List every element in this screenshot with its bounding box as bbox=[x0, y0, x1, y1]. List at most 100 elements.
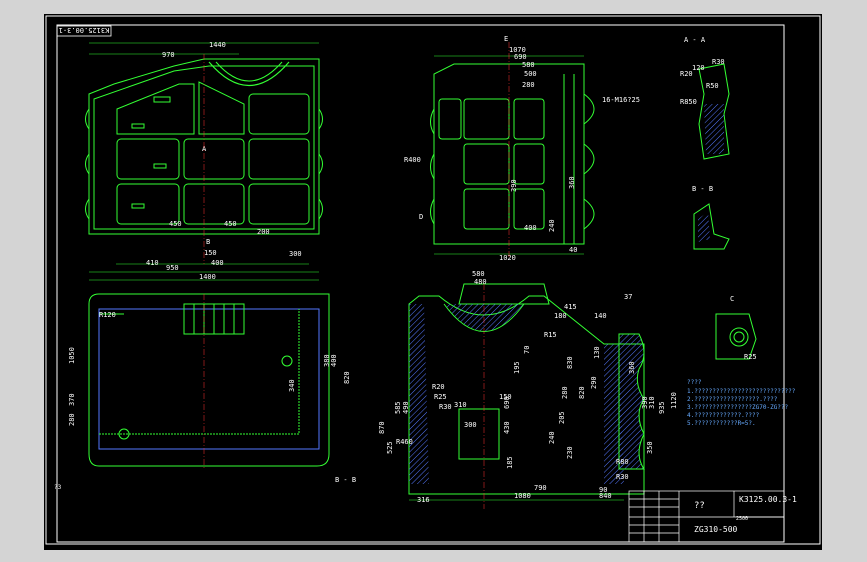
svg-text:490: 490 bbox=[402, 401, 410, 414]
svg-text:B - B: B - B bbox=[335, 476, 356, 484]
svg-text:1400: 1400 bbox=[199, 273, 216, 281]
svg-text:390: 390 bbox=[510, 179, 518, 192]
svg-text:A - A: A - A bbox=[684, 36, 706, 44]
svg-text:690: 690 bbox=[503, 396, 511, 409]
svg-text:16-M16?25: 16-M16?25 bbox=[602, 96, 640, 104]
svg-text:290: 290 bbox=[590, 376, 598, 389]
svg-text:316: 316 bbox=[417, 496, 430, 504]
svg-text:70: 70 bbox=[523, 346, 531, 354]
svg-text:1.????????????????????????????: 1.???????????????????????????? bbox=[687, 388, 796, 395]
svg-text:C: C bbox=[730, 295, 734, 303]
svg-text:????: ???? bbox=[687, 379, 702, 386]
svg-text:K3125.00.3-1: K3125.00.3-1 bbox=[739, 495, 797, 504]
svg-text:ZG310-500: ZG310-500 bbox=[694, 525, 738, 534]
svg-text:R25: R25 bbox=[434, 393, 447, 401]
cad-viewport[interactable]: K3125.00.3-1 1440 970 450 450 200 410 15… bbox=[44, 14, 822, 550]
svg-text:430: 430 bbox=[503, 421, 511, 434]
svg-text:360: 360 bbox=[628, 361, 636, 374]
view-c: C R25 bbox=[715, 295, 757, 361]
svg-text:1020: 1020 bbox=[499, 254, 516, 262]
svg-text:40: 40 bbox=[569, 246, 577, 254]
svg-text:390: 390 bbox=[641, 396, 649, 409]
svg-text:K3125.00.3-1: K3125.00.3-1 bbox=[59, 26, 110, 34]
svg-text:585: 585 bbox=[394, 401, 402, 414]
svg-text:5.????????????R=5?.: 5.????????????R=5?. bbox=[687, 420, 756, 427]
svg-text:400: 400 bbox=[330, 354, 338, 367]
svg-text:970: 970 bbox=[162, 51, 175, 59]
svg-text:280: 280 bbox=[561, 386, 569, 399]
svg-text:300: 300 bbox=[464, 421, 477, 429]
svg-text:150: 150 bbox=[204, 249, 217, 257]
svg-text:1120: 1120 bbox=[670, 392, 678, 409]
svg-text:1080: 1080 bbox=[514, 492, 531, 500]
svg-text:690: 690 bbox=[514, 53, 527, 61]
svg-text:130: 130 bbox=[593, 346, 601, 359]
svg-text:200: 200 bbox=[257, 228, 270, 236]
svg-text:205: 205 bbox=[558, 411, 566, 424]
svg-text:E: E bbox=[504, 35, 508, 43]
svg-text:R30: R30 bbox=[439, 403, 452, 411]
plan-view-dims: 1050 370 280 380 400 820 340 R120 B - B bbox=[68, 294, 356, 484]
svg-text:370: 370 bbox=[68, 393, 76, 406]
section-b-b: B - B bbox=[692, 185, 730, 250]
svg-text:340: 340 bbox=[288, 379, 296, 392]
svg-text:525: 525 bbox=[386, 441, 394, 454]
svg-text:790: 790 bbox=[534, 484, 547, 492]
svg-text:360: 360 bbox=[568, 176, 576, 189]
svg-text:A: A bbox=[202, 145, 207, 153]
section-a-a: A - A 120 R30 R20 R50 R850 bbox=[680, 36, 730, 160]
svg-text:240: 240 bbox=[548, 431, 556, 444]
svg-text:140: 140 bbox=[594, 312, 607, 320]
svg-text:400: 400 bbox=[211, 259, 224, 267]
svg-text:300: 300 bbox=[289, 250, 302, 258]
svg-text:820: 820 bbox=[578, 386, 586, 399]
svg-text:185: 185 bbox=[506, 456, 514, 469]
svg-text:450: 450 bbox=[169, 220, 182, 228]
svg-text:400: 400 bbox=[524, 224, 537, 232]
svg-text:3.????????????????ZG70-ZG???: 3.????????????????ZG70-ZG??? bbox=[687, 404, 789, 411]
svg-text:4.?????????????.????: 4.?????????????.???? bbox=[687, 412, 760, 419]
svg-text:R25: R25 bbox=[744, 353, 757, 361]
engineering-drawing: K3125.00.3-1 1440 970 450 450 200 410 15… bbox=[45, 15, 821, 545]
svg-text:120: 120 bbox=[692, 64, 705, 72]
svg-text:R400: R400 bbox=[404, 156, 421, 164]
svg-text:480: 480 bbox=[474, 278, 487, 286]
svg-text:??: ?? bbox=[694, 501, 705, 511]
svg-text:R20: R20 bbox=[680, 70, 693, 78]
svg-text:D: D bbox=[419, 213, 423, 221]
side-view bbox=[430, 63, 595, 245]
front-view-dims: 1440 970 450 450 200 410 150 400 300 950… bbox=[89, 41, 319, 281]
svg-text:37: 37 bbox=[624, 293, 632, 301]
svg-text:580: 580 bbox=[522, 61, 535, 69]
svg-text:195: 195 bbox=[513, 361, 521, 374]
svg-text:R15: R15 bbox=[544, 331, 557, 339]
svg-text:2500: 2500 bbox=[736, 516, 748, 522]
svg-text:B: B bbox=[206, 238, 210, 246]
svg-text:R80: R80 bbox=[616, 458, 629, 466]
svg-text:830: 830 bbox=[566, 356, 574, 369]
svg-text:450: 450 bbox=[224, 220, 237, 228]
svg-text:280: 280 bbox=[522, 81, 535, 89]
svg-text:1440: 1440 bbox=[209, 41, 226, 49]
technical-notes: ???? 1.???????????????????????????? 2.??… bbox=[687, 379, 796, 427]
svg-text:415: 415 bbox=[564, 303, 577, 311]
svg-text:R120: R120 bbox=[99, 311, 116, 319]
svg-text:500: 500 bbox=[524, 70, 537, 78]
side-view-dims: 1070 690 580 500 280 16-M16?25 R400 390 … bbox=[404, 35, 640, 262]
title-block-text: ?? K3125.00.3-1 ZG310-500 2500 ?3 bbox=[54, 484, 797, 534]
svg-text:2.??????????????????.????: 2.??????????????????.???? bbox=[687, 396, 778, 403]
svg-text:820: 820 bbox=[343, 371, 351, 384]
svg-text:280: 280 bbox=[68, 413, 76, 426]
svg-text:R50: R50 bbox=[706, 82, 719, 90]
rotated-code-box: K3125.00.3-1 bbox=[56, 25, 112, 37]
svg-text:R30: R30 bbox=[616, 473, 629, 481]
svg-text:935: 935 bbox=[658, 401, 666, 414]
svg-text:310: 310 bbox=[648, 396, 656, 409]
svg-text:230: 230 bbox=[566, 446, 574, 459]
svg-text:R850: R850 bbox=[680, 98, 697, 106]
svg-text:310: 310 bbox=[454, 401, 467, 409]
svg-text:870: 870 bbox=[378, 421, 386, 434]
svg-text:350: 350 bbox=[646, 441, 654, 454]
svg-text:180: 180 bbox=[554, 312, 567, 320]
svg-text:950: 950 bbox=[166, 264, 179, 272]
